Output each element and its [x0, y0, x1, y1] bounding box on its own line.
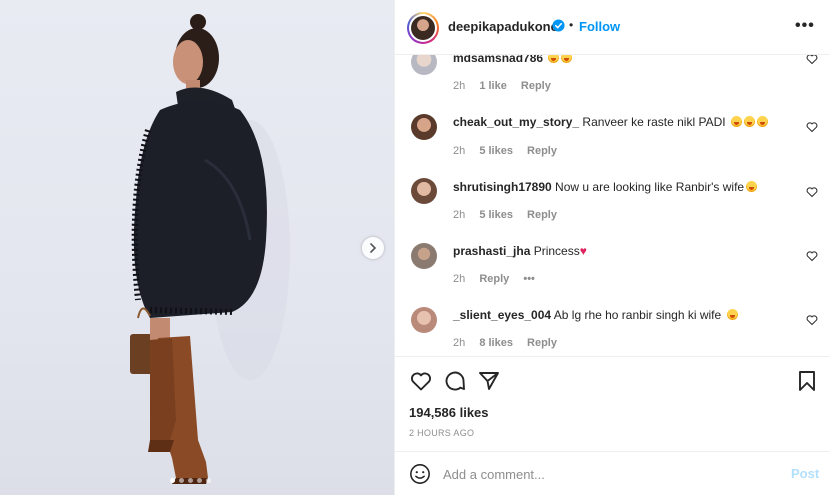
author-username[interactable]: deepikapadukone — [448, 19, 558, 34]
comment-likes[interactable]: 1 like — [479, 80, 507, 92]
heart-icon[interactable] — [806, 250, 818, 262]
commenter-username[interactable]: _slient_eyes_004 — [453, 308, 551, 322]
author-avatar[interactable] — [407, 12, 439, 44]
comment-likes[interactable]: 8 likes — [479, 337, 513, 349]
commenter-username[interactable]: prashasti_jha — [453, 244, 530, 258]
comment-item: _slient_eyes_004 Ab lg rhe ho ranbir sin… — [395, 297, 830, 356]
comment-text: prashasti_jha Princess♥ — [453, 244, 587, 258]
instagram-post-modal: deepikapadukone • Follow ••• mdsamsnad78… — [0, 0, 830, 495]
carousel-dot — [188, 478, 193, 483]
reply-button[interactable]: Reply — [527, 209, 557, 221]
comment-time[interactable]: 2h — [453, 145, 465, 157]
commenter-avatar[interactable] — [411, 243, 437, 269]
comment-item: mdsamsnad786 2h 1 like Reply — [395, 55, 830, 105]
carousel-dot — [197, 478, 202, 483]
like-heart-icon[interactable] — [409, 369, 433, 393]
comment-likes[interactable]: 5 likes — [479, 145, 513, 157]
carousel-dot — [179, 478, 184, 483]
comment-time[interactable]: 2h — [453, 337, 465, 349]
post-details-panel: deepikapadukone • Follow ••• mdsamsnad78… — [394, 0, 830, 495]
comment-body: Princess — [533, 244, 580, 258]
red-heart-emoji-icon: ♥ — [579, 244, 587, 258]
reply-button[interactable]: Reply — [479, 273, 509, 285]
emoji-icon[interactable] — [409, 463, 431, 485]
comment-meta: 2h 5 likes Reply — [453, 145, 568, 157]
comment-item: cheak_out_my_story_ Ranveer ke raste nik… — [395, 105, 830, 169]
comment-item: prashasti_jha Princess♥ 2h Reply ••• — [395, 233, 830, 297]
avatar-ring-inner — [409, 14, 437, 42]
commenter-avatar[interactable] — [411, 55, 437, 75]
more-options-button[interactable]: ••• — [795, 17, 815, 35]
avatar-image — [411, 16, 435, 40]
post-header: deepikapadukone • Follow ••• — [395, 0, 830, 55]
comment-body: Ab lg rhe ho ranbir singh ki wife — [553, 308, 722, 322]
commenter-avatar[interactable] — [411, 114, 437, 140]
chevron-right-icon — [370, 243, 377, 253]
follow-button[interactable]: Follow — [579, 19, 620, 34]
comment-text: cheak_out_my_story_ Ranveer ke raste nik… — [453, 115, 768, 129]
laughing-emoji-icon — [743, 116, 755, 127]
reply-button[interactable]: Reply — [521, 80, 551, 92]
comment-item: shrutisingh17890 Now u are looking like … — [395, 169, 830, 233]
comment-meta: 2h 8 likes Reply — [453, 337, 568, 349]
comment-body: Now u are looking like Ranbir's wife — [555, 180, 745, 194]
comments-list[interactable]: mdsamsnad786 2h 1 like Reply cheak_out_m… — [395, 55, 830, 356]
laughing-emoji-icon — [756, 116, 768, 127]
carousel-indicator — [170, 478, 211, 483]
comment-body: Ranveer ke raste nikl PADI — [582, 115, 726, 129]
bookmark-icon[interactable] — [795, 369, 819, 393]
comment-meta: 2h 5 likes Reply — [453, 209, 568, 221]
post-timestamp[interactable]: 2 HOURS AGO — [409, 428, 474, 438]
commenter-avatar[interactable] — [411, 178, 437, 204]
heart-icon[interactable] — [806, 314, 818, 326]
comment-icon[interactable] — [443, 369, 467, 393]
post-comment-button[interactable]: Post — [791, 466, 819, 481]
comment-text: mdsamsnad786 — [453, 55, 573, 65]
share-icon[interactable] — [477, 369, 501, 393]
comment-composer: Post — [395, 451, 830, 495]
commenter-avatar[interactable] — [411, 307, 437, 333]
laughing-emoji-icon — [561, 55, 573, 63]
comment-options-button[interactable]: ••• — [523, 273, 535, 285]
carousel-dot — [206, 478, 211, 483]
reply-button[interactable]: Reply — [527, 337, 557, 349]
commenter-username[interactable]: shrutisingh17890 — [453, 180, 552, 194]
commenter-username[interactable]: mdsamsnad786 — [453, 55, 543, 65]
photo-figure-illustration — [130, 14, 290, 484]
comment-time[interactable]: 2h — [453, 80, 465, 92]
comment-time[interactable]: 2h — [453, 209, 465, 221]
commenter-username[interactable]: cheak_out_my_story_ — [453, 115, 579, 129]
comment-time[interactable]: 2h — [453, 273, 465, 285]
comment-text: shrutisingh17890 Now u are looking like … — [453, 180, 758, 194]
laughing-emoji-icon — [726, 309, 738, 320]
laughing-emoji-icon — [730, 116, 742, 127]
heart-icon[interactable] — [806, 186, 818, 198]
comment-meta: 2h Reply ••• — [453, 273, 546, 285]
carousel-dot-active — [170, 478, 175, 483]
reply-button[interactable]: Reply — [527, 145, 557, 157]
next-photo-button[interactable] — [362, 237, 384, 259]
likes-count[interactable]: 194,586 likes — [409, 405, 489, 420]
comment-likes[interactable]: 5 likes — [479, 209, 513, 221]
header-separator: • — [569, 18, 574, 32]
heart-icon[interactable] — [806, 121, 818, 133]
verified-badge-icon — [552, 19, 565, 32]
post-photo[interactable] — [0, 0, 394, 495]
comment-text: _slient_eyes_004 Ab lg rhe ho ranbir sin… — [453, 308, 738, 322]
add-comment-input[interactable] — [443, 464, 773, 484]
laughing-emoji-icon — [548, 55, 560, 63]
laughing-emoji-icon — [746, 181, 758, 192]
heart-icon[interactable] — [806, 55, 818, 65]
comment-meta: 2h 1 like Reply — [453, 80, 562, 92]
